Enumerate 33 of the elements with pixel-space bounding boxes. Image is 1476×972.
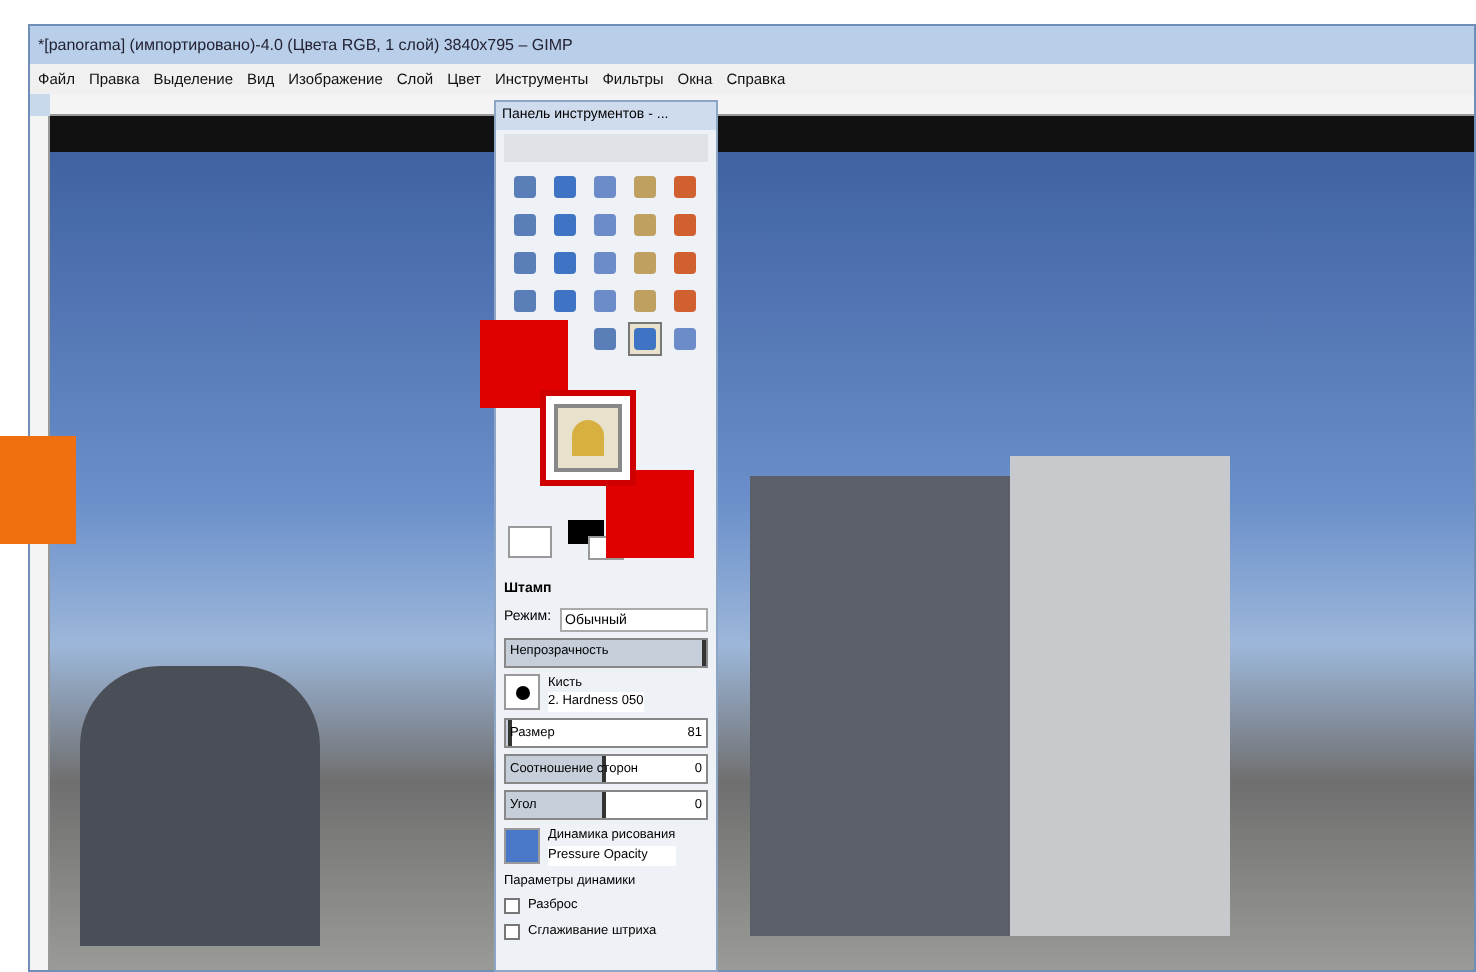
tool-button[interactable] (548, 284, 582, 318)
callout-marker (606, 470, 694, 558)
window-title: *[panorama] (импортировано)-4.0 (Цвета RGB, 1 слой) 3840x795 – GIMP (38, 33, 573, 57)
dynamics-icon[interactable] (504, 827, 540, 864)
clone-stamp-icon (554, 404, 622, 472)
tool-button[interactable] (588, 284, 622, 318)
tool-button[interactable] (508, 246, 542, 280)
tool-button[interactable] (628, 246, 662, 280)
tool-button[interactable] (628, 208, 662, 242)
checkbox[interactable] (504, 923, 520, 940)
tool-button[interactable] (628, 170, 662, 204)
tool-button[interactable] (548, 170, 582, 204)
tool-button[interactable] (668, 322, 702, 356)
tool-button[interactable] (548, 246, 582, 280)
tool-button[interactable] (508, 284, 542, 318)
callout-marker (0, 436, 76, 544)
tool-button[interactable] (628, 284, 662, 318)
tool-button[interactable] (668, 208, 702, 242)
tool-button[interactable] (668, 246, 702, 280)
checkbox[interactable] (504, 898, 520, 915)
tool-button[interactable] (508, 208, 542, 242)
swap-colors-icon[interactable] (508, 526, 552, 558)
callout-marker (480, 320, 568, 408)
brush-preview-icon[interactable] (504, 674, 540, 711)
tool-button[interactable] (668, 284, 702, 318)
tool-button[interactable] (628, 322, 662, 356)
tool-button[interactable] (548, 208, 582, 242)
tool-button[interactable] (588, 208, 622, 242)
tool-button[interactable] (588, 246, 622, 280)
tool-button[interactable] (588, 322, 622, 356)
tool-button[interactable] (588, 170, 622, 204)
tool-button[interactable] (668, 170, 702, 204)
tool-button[interactable] (508, 170, 542, 204)
